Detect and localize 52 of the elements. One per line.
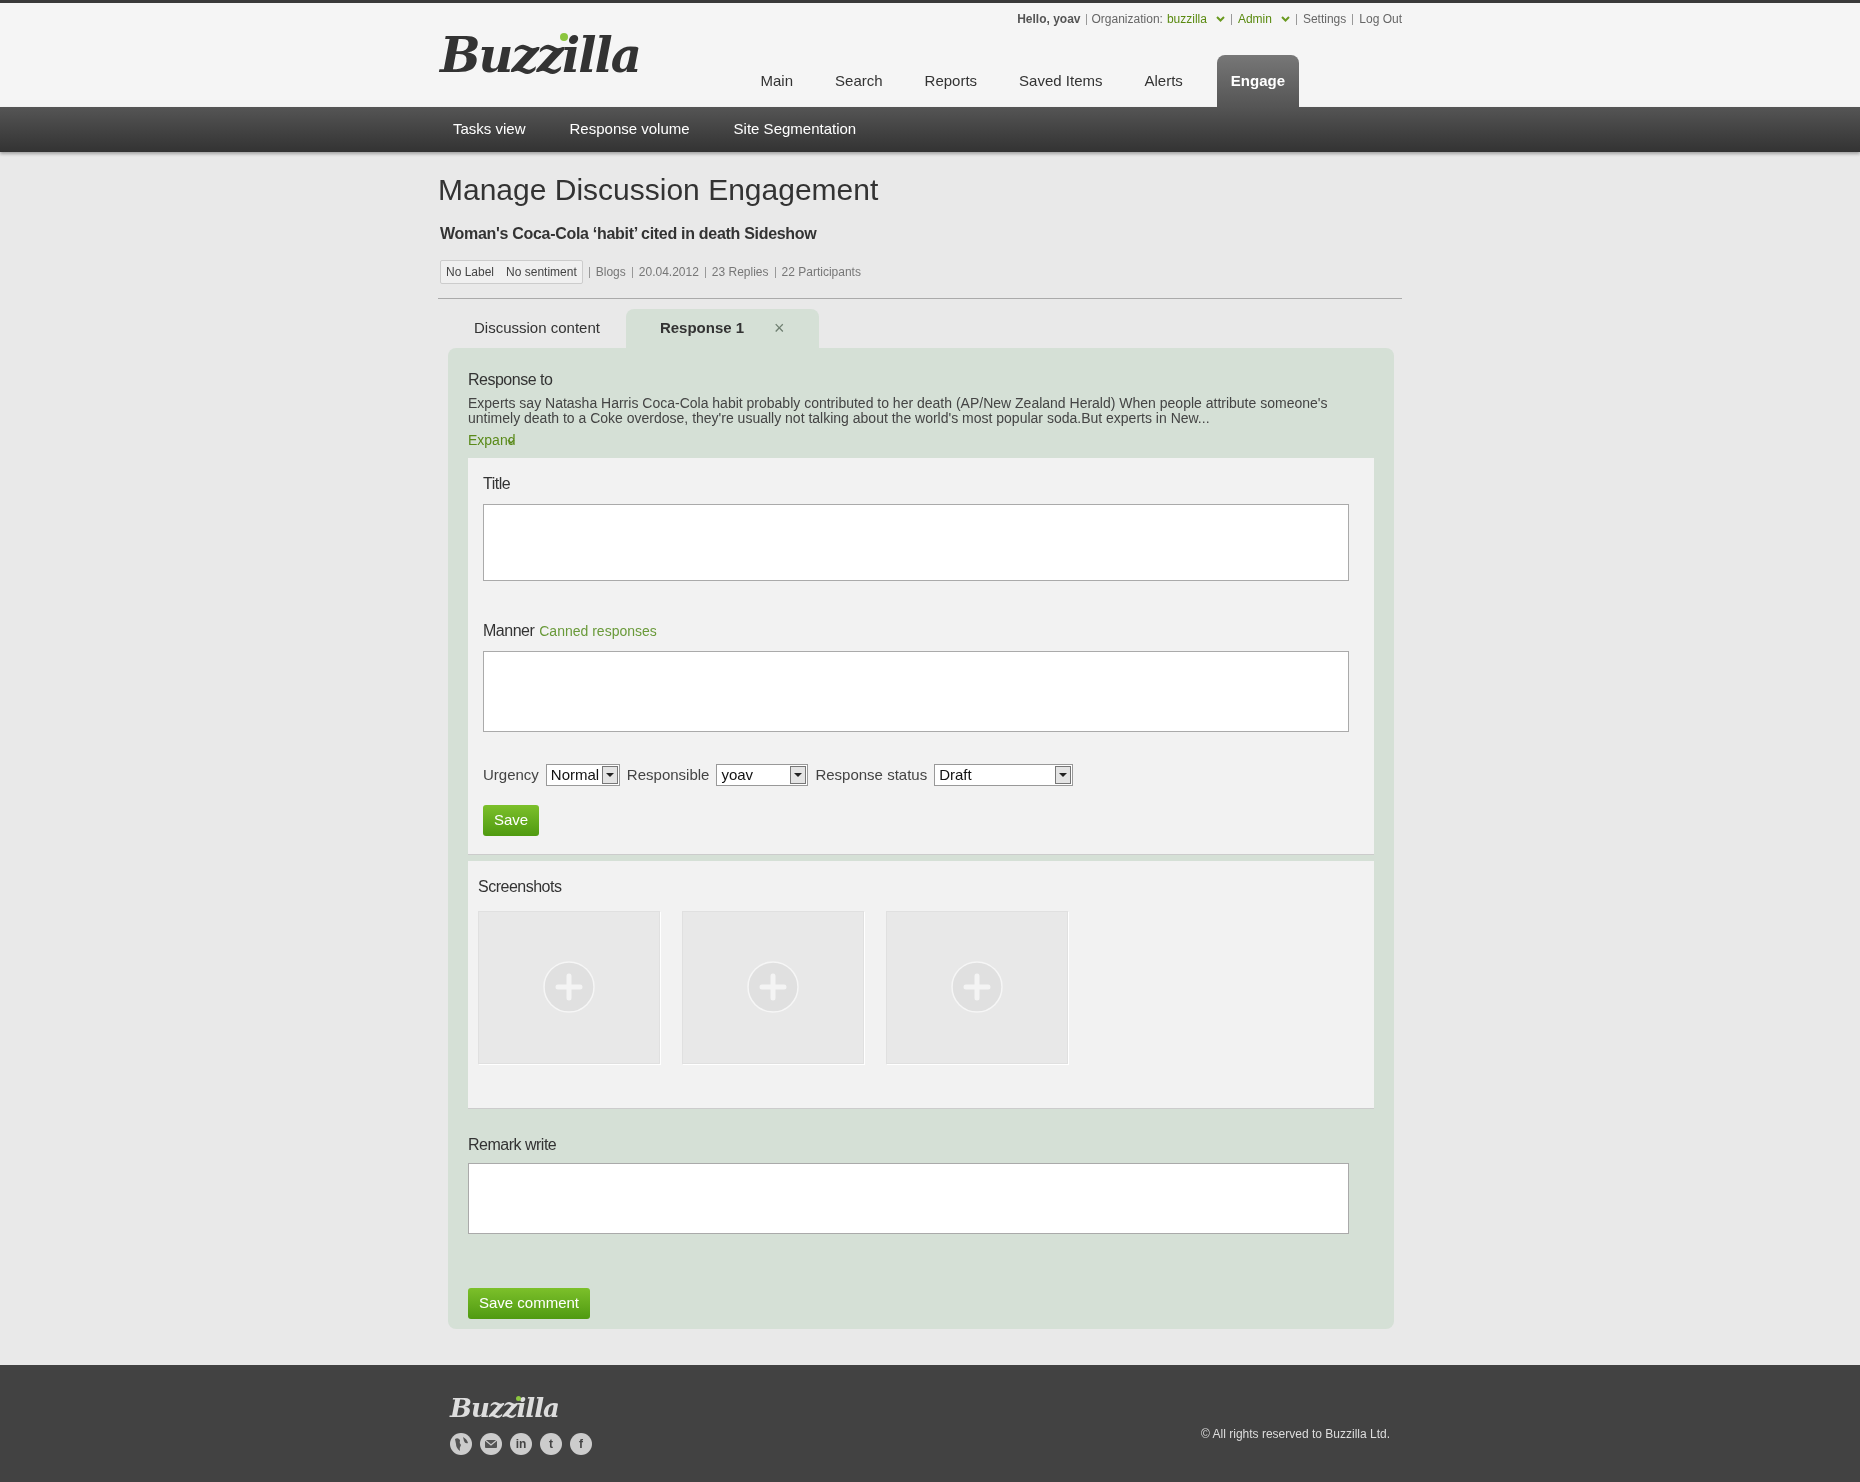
screenshot-slot[interactable] (682, 910, 864, 1064)
meta-text: 20.04.2012 (638, 264, 699, 281)
field-label: Response status (815, 765, 928, 785)
select-dropdown[interactable]: Normal (545, 764, 620, 787)
logo[interactable]: Buzzilla (440, 31, 640, 79)
field-label: Urgency (483, 765, 539, 785)
meta-text: 22 Participants (781, 264, 861, 281)
social-link[interactable]: in (510, 1433, 532, 1455)
field-label: Manner (483, 621, 535, 641)
subnav-link[interactable]: Site Segmentation (718, 118, 872, 141)
copyright-text: © All rights reserved to Buzzilla Ltd. (1201, 1426, 1390, 1443)
organization-dropdown[interactable]: buzzilla (1166, 10, 1225, 28)
field-label: Responsible (626, 765, 710, 785)
panel-tab[interactable]: Response 1 × (625, 309, 819, 348)
organization-label: Organization: (1091, 11, 1163, 28)
panel-tab[interactable]: Discussion content (448, 309, 626, 348)
field-label: Title (483, 474, 512, 494)
page-title: Manage Discussion Engagement (438, 172, 880, 208)
social-link[interactable]: f (570, 1433, 592, 1455)
subnav-link[interactable]: Response volume (554, 118, 705, 141)
social-link[interactable]: t (540, 1433, 562, 1455)
screenshot-slot[interactable] (478, 910, 660, 1064)
nav-tab[interactable]: Saved Items (1005, 55, 1117, 107)
mail-icon[interactable] (480, 1433, 502, 1455)
response-to-text: Experts say Natasha Harris Coca-Cola habit probably contributed to her death (AP/New Zealand Herald) When people attribute someone's untimely death to a Coke overdose, they're usually not talking about the world's most popular soda.But experts in New... (468, 396, 1329, 426)
header-link[interactable]: Log Out (1359, 10, 1402, 28)
subnav-link[interactable]: Tasks view (438, 118, 541, 141)
globe-icon[interactable] (450, 1433, 472, 1455)
title-field[interactable] (483, 504, 1349, 581)
meta-text: Blogs (595, 264, 626, 281)
screenshot-slot[interactable] (886, 910, 1068, 1064)
admin-dropdown[interactable]: Admin (1237, 10, 1290, 28)
nav-tab[interactable]: Reports (910, 55, 992, 107)
manner-field[interactable] (483, 651, 1349, 732)
section-label: Response to (468, 370, 554, 390)
section-label: Screenshots (478, 876, 563, 897)
header-link[interactable]: Settings (1302, 10, 1347, 28)
section-label: Remark write (468, 1134, 558, 1155)
nav-tab[interactable]: Main (746, 55, 808, 107)
remark-field[interactable] (468, 1162, 1349, 1234)
select-dropdown[interactable]: Draft (934, 764, 1074, 787)
discussion-title: Woman's Coca-Cola ‘habit’ cited in death Sideshow (440, 224, 818, 244)
footer-logo[interactable]: Buzzilla (450, 1395, 559, 1421)
nav-tab[interactable]: Engage (1216, 55, 1299, 107)
tag-text: No sentiment (506, 264, 577, 281)
select-dropdown[interactable]: yoav (716, 764, 809, 787)
tag-text: No Label (446, 264, 495, 281)
meta-text: 23 Replies (711, 264, 769, 281)
label-tags[interactable]: No Label No sentiment (440, 260, 583, 284)
nav-tab[interactable]: Alerts (1130, 55, 1197, 107)
greeting-text: Hello, yoav (1017, 11, 1081, 28)
nav-tab[interactable]: Search (821, 55, 897, 107)
